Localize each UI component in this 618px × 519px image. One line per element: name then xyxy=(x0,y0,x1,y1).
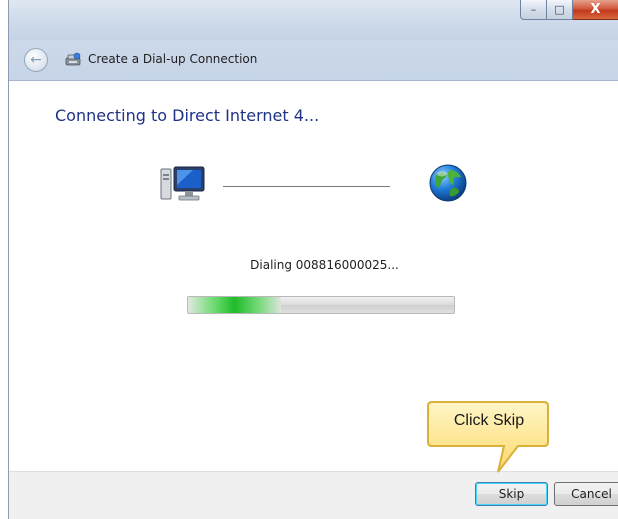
close-button[interactable]: X xyxy=(573,0,618,20)
progress-fill xyxy=(188,297,282,313)
globe-icon xyxy=(429,164,467,202)
navigation-bar: ← Create a Dial-up Connection xyxy=(9,40,618,81)
computer-icon xyxy=(160,166,205,201)
wizard-footer: Skip Cancel xyxy=(9,471,618,519)
dialup-network-icon xyxy=(65,52,81,66)
connection-line xyxy=(223,186,390,187)
dialing-status: Dialing 008816000025... xyxy=(250,258,399,272)
callout-text: Click Skip xyxy=(453,412,525,429)
page-title: Connecting to Direct Internet 4... xyxy=(55,106,320,125)
back-button[interactable]: ← xyxy=(24,48,48,72)
window-title: Create a Dial-up Connection xyxy=(88,52,258,66)
connection-progress-bar xyxy=(187,296,455,314)
maximize-button[interactable]: □ xyxy=(547,0,573,20)
tutorial-callout: Click Skip xyxy=(426,400,550,476)
cancel-button[interactable]: Cancel xyxy=(554,482,618,506)
minimize-button[interactable]: – xyxy=(520,0,547,20)
skip-button[interactable]: Skip xyxy=(475,482,548,506)
window-controls: – □ X xyxy=(520,0,618,22)
title-bar[interactable]: – □ X xyxy=(9,0,618,40)
back-arrow-icon: ← xyxy=(30,52,42,68)
